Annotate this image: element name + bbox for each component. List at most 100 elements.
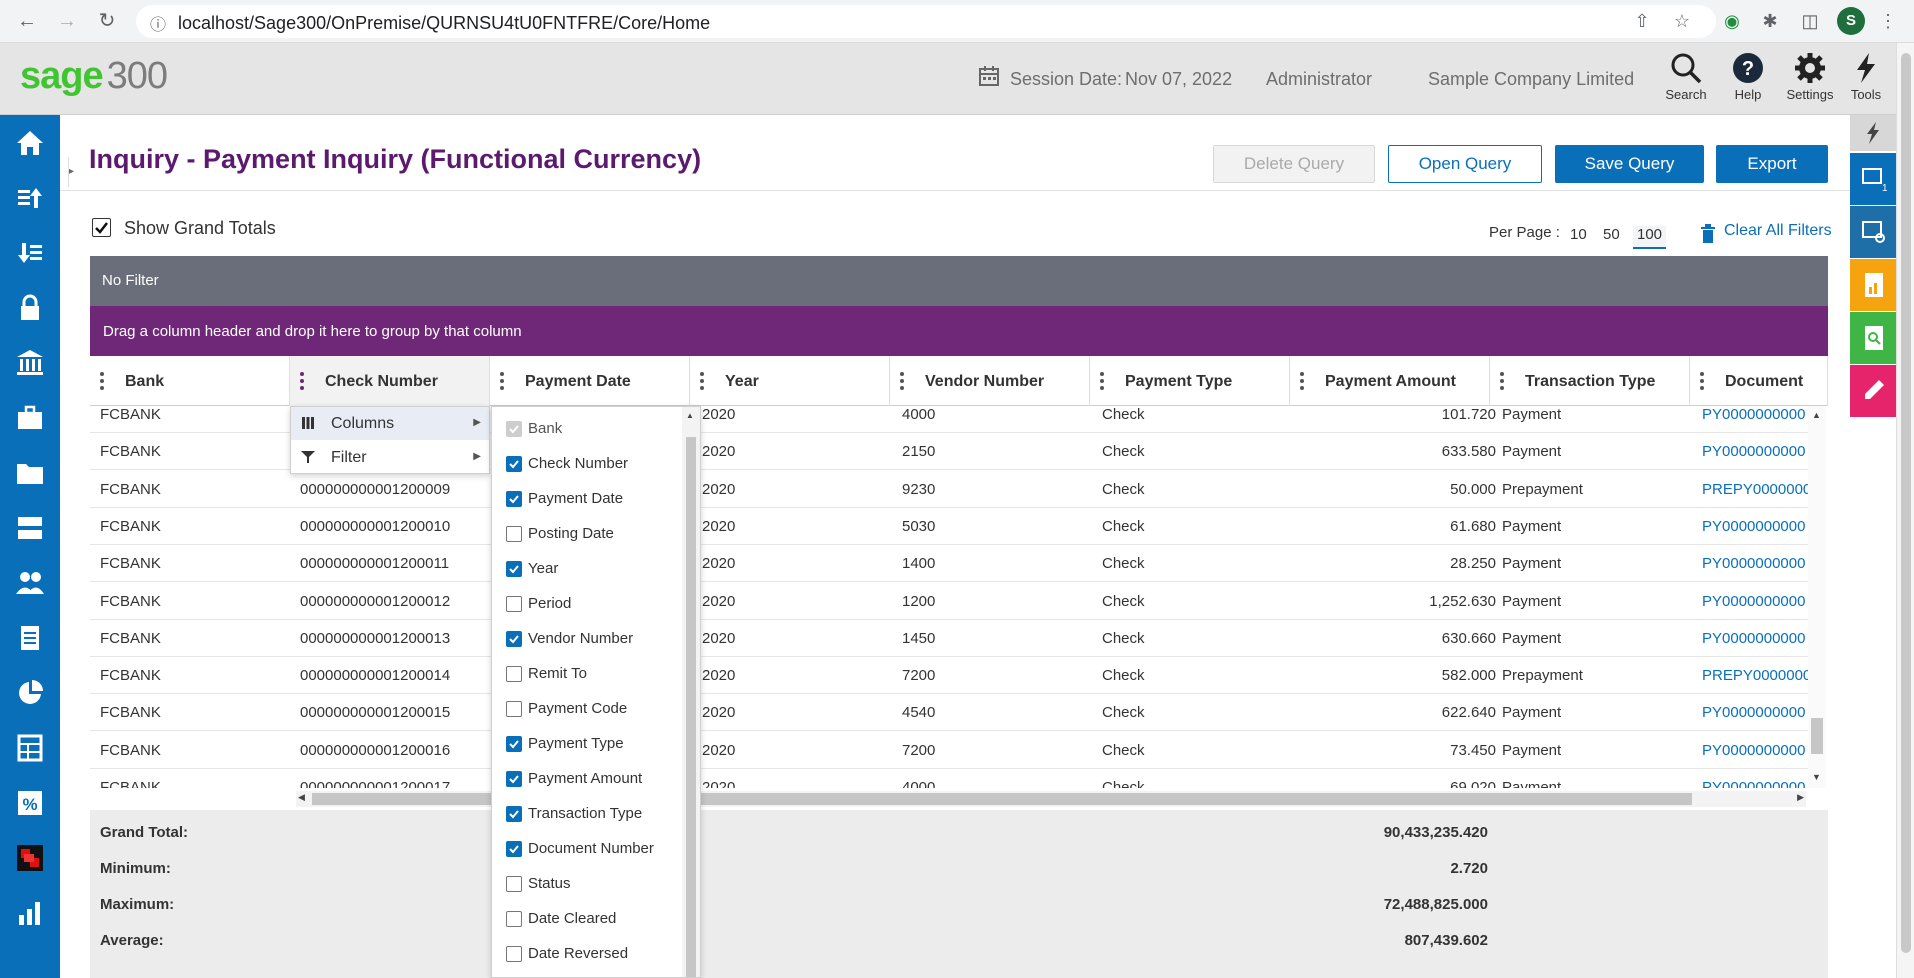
receivables-down-icon[interactable] <box>14 237 46 269</box>
column-header-check-number[interactable]: Check Number <box>290 356 490 406</box>
export-button[interactable]: Export <box>1716 145 1828 183</box>
table-row[interactable]: FCBANK 000000000001200015 2020 4540 Check 622… <box>90 694 1810 732</box>
rp-windows[interactable]: 1 <box>1850 153 1896 205</box>
table-row[interactable]: FCBANK 000000000001200010 2020 5030 Check 61.… <box>90 508 1810 545</box>
column-menu-icon[interactable] <box>700 371 704 391</box>
column-menu-icon[interactable] <box>1700 371 1704 391</box>
expand-panel-toggle[interactable]: ▸ <box>68 157 78 187</box>
column-option-checkbox[interactable] <box>506 666 522 682</box>
payables-up-icon[interactable] <box>14 182 46 214</box>
page-scroll-thumb[interactable] <box>1901 53 1911 953</box>
cell-doc[interactable]: PREPY0000000 <box>1702 481 1811 498</box>
column-option-checkbox[interactable] <box>506 631 522 647</box>
column-header-vendor-number[interactable]: Vendor Number <box>890 356 1090 406</box>
cell-doc[interactable]: PY0000000000 <box>1702 779 1805 788</box>
reload-icon[interactable]: ↻ <box>94 8 120 34</box>
cell-doc[interactable]: PY0000000000 <box>1702 555 1805 572</box>
table-row[interactable]: FCBANK 000000000001200011 2020 1400 Check 28.… <box>90 545 1810 583</box>
open-query-button[interactable]: Open Query <box>1388 145 1542 183</box>
lock-icon[interactable] <box>14 292 46 324</box>
help-tool[interactable]: ? Help <box>1718 51 1778 102</box>
delete-query-button[interactable]: Delete Query <box>1213 145 1375 183</box>
info-icon[interactable]: ⓘ <box>150 11 166 35</box>
briefcase-icon[interactable] <box>14 402 46 434</box>
column-option-checkbox[interactable] <box>506 491 522 507</box>
column-menu-icon[interactable] <box>900 371 904 391</box>
extension-icon[interactable]: ◉ <box>1720 9 1744 33</box>
scroll-right-icon[interactable]: ▶ <box>1797 792 1804 803</box>
column-header-payment-date[interactable]: Payment Date <box>490 356 690 406</box>
users-icon[interactable] <box>14 567 46 599</box>
bookmark-star-icon[interactable]: ☆ <box>1670 9 1694 33</box>
column-menu-icon[interactable] <box>1300 371 1304 391</box>
menu-item-columns[interactable]: Columns ▶ <box>291 407 489 440</box>
cell-doc[interactable]: PY0000000000 <box>1702 406 1805 423</box>
column-header-document[interactable]: Document <box>1690 356 1828 406</box>
grid-vertical-scrollbar[interactable]: ▲ ▼ <box>1808 406 1826 788</box>
browser-menu-icon[interactable]: ⋮ <box>1876 9 1900 33</box>
percent-icon[interactable]: % <box>14 787 46 819</box>
column-header-bank[interactable]: Bank <box>90 356 290 406</box>
per-page-50[interactable]: 50 <box>1603 226 1620 243</box>
save-query-button[interactable]: Save Query <box>1555 145 1704 183</box>
column-menu-icon[interactable] <box>1500 371 1504 391</box>
rp-reports[interactable] <box>1850 259 1896 311</box>
column-header-payment-amount[interactable]: Payment Amount <box>1290 356 1490 406</box>
page-scrollbar[interactable] <box>1896 43 1914 978</box>
table-row[interactable]: FCBANK 000000000001200016 2020 7200 Check 73.… <box>90 732 1810 769</box>
cell-doc[interactable]: PREPY0000000 <box>1702 667 1811 684</box>
bank-icon[interactable] <box>14 347 46 379</box>
scroll-up-icon[interactable]: ▲ <box>686 411 694 420</box>
home-icon[interactable] <box>14 127 46 159</box>
per-page-10[interactable]: 10 <box>1570 226 1587 243</box>
menu-item-filter[interactable]: Filter ▶ <box>291 441 489 474</box>
column-picker-scrollbar[interactable]: ▲ <box>682 407 700 977</box>
column-picker-scroll-thumb[interactable] <box>686 437 696 977</box>
rp-inquiry[interactable] <box>1850 312 1896 364</box>
trash-icon[interactable] <box>1700 224 1716 244</box>
column-header-transaction-type[interactable]: Transaction Type <box>1490 356 1690 406</box>
cell-doc[interactable]: PY0000000000 <box>1702 443 1805 460</box>
share-icon[interactable]: ⇧ <box>1630 9 1654 33</box>
table-row[interactable]: FCBANK 000000000001200013 2020 1450 Check 630… <box>90 620 1810 657</box>
puzzle-icon[interactable]: ✱ <box>1758 9 1782 33</box>
user-name[interactable]: Administrator <box>1266 69 1372 90</box>
column-option-checkbox[interactable] <box>506 946 522 962</box>
back-icon[interactable]: ← <box>14 8 40 34</box>
search-tool[interactable]: Search <box>1656 51 1716 102</box>
server-icon[interactable] <box>14 512 46 544</box>
addon-icon[interactable] <box>14 842 46 874</box>
bar-chart-icon[interactable] <box>14 897 46 929</box>
table-icon[interactable] <box>14 732 46 764</box>
pie-chart-icon[interactable] <box>14 677 46 709</box>
column-option-checkbox[interactable] <box>506 771 522 787</box>
scroll-left-icon[interactable]: ◀ <box>298 792 305 803</box>
column-menu-icon[interactable] <box>500 371 504 391</box>
table-row[interactable]: FCBANK 000000000001200009 2020 9230 Check 50.… <box>90 471 1811 508</box>
scroll-up-icon[interactable]: ▲ <box>1812 410 1821 420</box>
cell-doc[interactable]: PY0000000000 <box>1702 518 1805 535</box>
rp-window-settings[interactable] <box>1850 206 1896 258</box>
column-menu-icon[interactable] <box>300 371 304 391</box>
column-option-checkbox[interactable] <box>506 596 522 612</box>
column-option-checkbox[interactable] <box>506 561 522 577</box>
tools-tool[interactable]: Tools <box>1842 51 1890 102</box>
scroll-down-icon[interactable]: ▼ <box>1812 772 1821 782</box>
folder-icon[interactable] <box>14 457 46 489</box>
column-menu-icon[interactable] <box>100 371 104 391</box>
column-option-checkbox[interactable] <box>506 736 522 752</box>
column-option-checkbox[interactable] <box>506 806 522 822</box>
group-by-bar[interactable]: Drag a column header and drop it here to… <box>90 306 1828 356</box>
column-header-payment-type[interactable]: Payment Type <box>1090 356 1290 406</box>
column-option-checkbox[interactable] <box>506 456 522 472</box>
column-option-checkbox[interactable] <box>506 526 522 542</box>
table-row[interactable]: FCBANK 000000000001200017 2020 4000 Check 69.… <box>90 769 1810 788</box>
column-menu-icon[interactable] <box>1100 371 1104 391</box>
cell-doc[interactable]: PY0000000000 <box>1702 704 1805 721</box>
settings-tool[interactable]: Settings <box>1780 51 1840 102</box>
column-option-checkbox[interactable] <box>506 841 522 857</box>
table-row[interactable]: FCBANK 000000000001200014 2020 7200 Check 582… <box>90 657 1811 695</box>
grid-vscroll-thumb[interactable] <box>1811 718 1823 754</box>
document-icon[interactable] <box>14 622 46 654</box>
column-option-checkbox[interactable] <box>506 911 522 927</box>
